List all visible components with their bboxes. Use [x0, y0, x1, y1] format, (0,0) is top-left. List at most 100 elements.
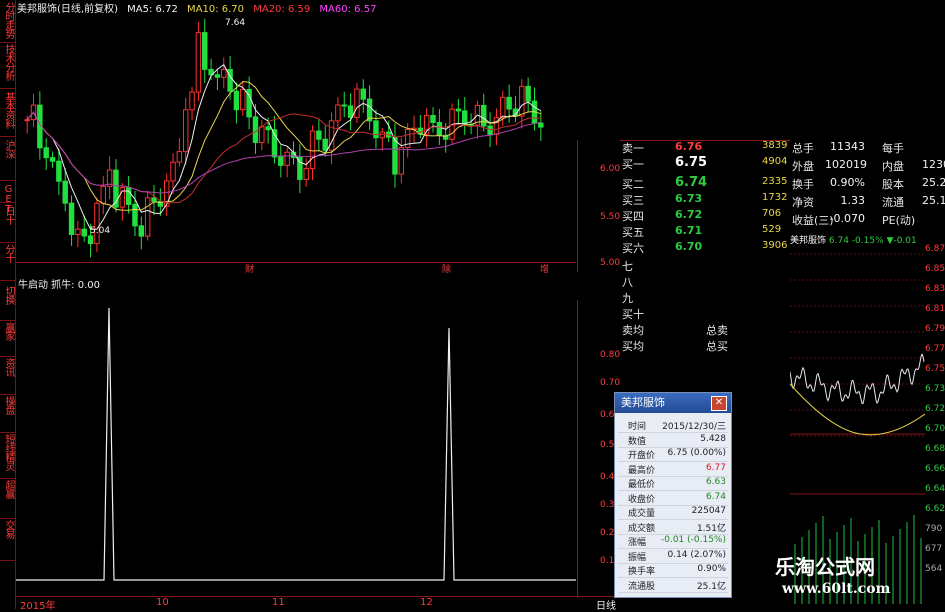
indicator-chart[interactable]	[16, 288, 576, 594]
candle-body	[335, 104, 341, 122]
info-value: 6.77	[705, 462, 726, 473]
nav-separator	[0, 242, 15, 243]
stat-value: 11343	[830, 140, 865, 153]
event-finance[interactable]: 财	[245, 262, 254, 275]
info-value: 6.74	[705, 491, 726, 502]
orderbook-volume: 2335	[762, 176, 788, 187]
nav-item-5[interactable]: 日十	[1, 206, 14, 242]
nav-item-0[interactable]: 分时走势	[1, 2, 14, 42]
nav-separator	[0, 180, 15, 181]
candle-body	[138, 225, 145, 237]
info-value: 1.51亿	[696, 523, 726, 534]
nav-separator	[0, 202, 15, 203]
info-value: 6.63	[705, 477, 726, 487]
info-row: 成交量 225047	[618, 506, 728, 520]
orderbook-price: 6.70	[675, 240, 703, 253]
orderbook-level: 九	[622, 292, 633, 305]
candle-body	[252, 116, 259, 143]
orderbook-label: 买一	[622, 158, 644, 171]
candle-body	[487, 125, 493, 135]
candle-body	[24, 119, 30, 122]
candle-body	[81, 228, 87, 237]
candle-body	[316, 130, 322, 140]
nav-item-10[interactable]: 操盘	[1, 396, 14, 432]
candle-body	[176, 151, 183, 163]
orderbook-label: 买三	[622, 194, 644, 207]
orderbook-label: 卖一	[622, 142, 644, 155]
nav-item-6[interactable]: 分十	[1, 244, 14, 280]
event-exright[interactable]: 除	[442, 262, 451, 275]
nav-item-4[interactable]: GET	[1, 184, 14, 214]
period-label[interactable]: 日线	[596, 597, 616, 612]
event-increase[interactable]: 增	[540, 262, 549, 275]
orderbook-volume: 1732	[762, 192, 788, 203]
candle-body	[379, 131, 386, 139]
info-key: 开盘价	[628, 451, 656, 461]
nav-item-8[interactable]: 赢家	[1, 322, 14, 356]
candle-body	[284, 151, 290, 166]
orderbook-level: 八	[622, 276, 633, 289]
nav-item-11[interactable]: 短线精灵	[1, 434, 14, 478]
info-key: 时间	[628, 422, 647, 432]
candle-body	[347, 105, 354, 118]
avg-buy-label: 买均	[622, 340, 644, 353]
info-key: 收盘价	[628, 494, 656, 505]
info-key: 成交量	[628, 509, 656, 519]
nav-item-3[interactable]: 沪深	[1, 140, 14, 180]
candle-body	[360, 88, 366, 100]
orderbook-label: 买六	[622, 242, 644, 255]
price-tick-500: 5.00	[600, 258, 621, 268]
nav-item-13[interactable]: 交易	[1, 520, 14, 560]
candle-body	[525, 85, 531, 102]
mini-tick: 6.83	[925, 284, 945, 294]
nav-separator	[0, 88, 15, 89]
nav-item-7[interactable]: 切换	[1, 286, 14, 320]
info-row: 成交额 1.51亿	[618, 521, 728, 535]
close-icon[interactable]: ✕	[711, 396, 727, 411]
info-value: 0.14 (2.07%)	[667, 549, 726, 560]
mini-tick: 6.64	[925, 484, 945, 494]
info-key: 涨幅	[628, 538, 647, 548]
nav-separator	[0, 320, 15, 321]
info-value: 225047	[691, 506, 726, 516]
candle-body	[56, 160, 62, 182]
price-tick-600: 6.00	[600, 164, 621, 174]
nav-separator	[0, 356, 15, 357]
orderbook-volume: 706	[762, 208, 782, 219]
avg-sell-label: 卖均	[622, 324, 644, 337]
candle-body	[68, 202, 75, 236]
mini-tick: 6.66	[925, 464, 945, 474]
candle-body	[233, 90, 240, 111]
info-row: 收盘价 6.74	[618, 492, 728, 506]
mini-tick: 6.70	[925, 424, 945, 434]
orderbook-price: 6.73	[675, 192, 703, 205]
stat-value: 102019	[825, 158, 867, 171]
candle-body	[506, 96, 512, 110]
nav-item-2[interactable]: 基本资料	[1, 92, 14, 136]
stat-key: 换手	[792, 178, 814, 191]
nav-separator	[0, 42, 15, 43]
info-row: 振幅 0.14 (2.07%)	[618, 550, 728, 564]
stat-key: 流通	[882, 196, 904, 209]
mini-tick: 6.79	[925, 324, 945, 334]
info-row: 换手率 0.90%	[618, 564, 728, 578]
orderbook-volume: 3839	[762, 140, 788, 151]
orderbook-price: 6.76	[675, 140, 703, 153]
info-row: 流通股 25.1亿	[618, 579, 728, 593]
candle-body	[481, 104, 487, 127]
info-row: 涨幅 -0.01 (-0.15%)	[618, 535, 728, 549]
total-buy-label: 总买	[706, 340, 728, 353]
candle-body	[398, 146, 405, 175]
info-value: -0.01 (-0.15%)	[660, 535, 726, 545]
nav-item-1[interactable]: 技术分析	[1, 44, 14, 88]
candle-body	[202, 32, 208, 70]
high-price-label: 7.64	[225, 18, 246, 28]
nav-separator	[0, 518, 15, 519]
nav-separator	[0, 560, 15, 561]
nav-item-12[interactable]: 超赢	[1, 480, 14, 518]
nav-item-9[interactable]: 资讯	[1, 358, 14, 394]
info-key: 最低价	[628, 480, 656, 490]
data-info-window[interactable]: 美邦服饰 ✕ 时间 2015/12/30/三 数值 5.428 开盘价 6.75 (0.0…	[614, 392, 732, 598]
stat-key: 股本	[882, 178, 904, 191]
date-nov: 11	[272, 597, 285, 608]
